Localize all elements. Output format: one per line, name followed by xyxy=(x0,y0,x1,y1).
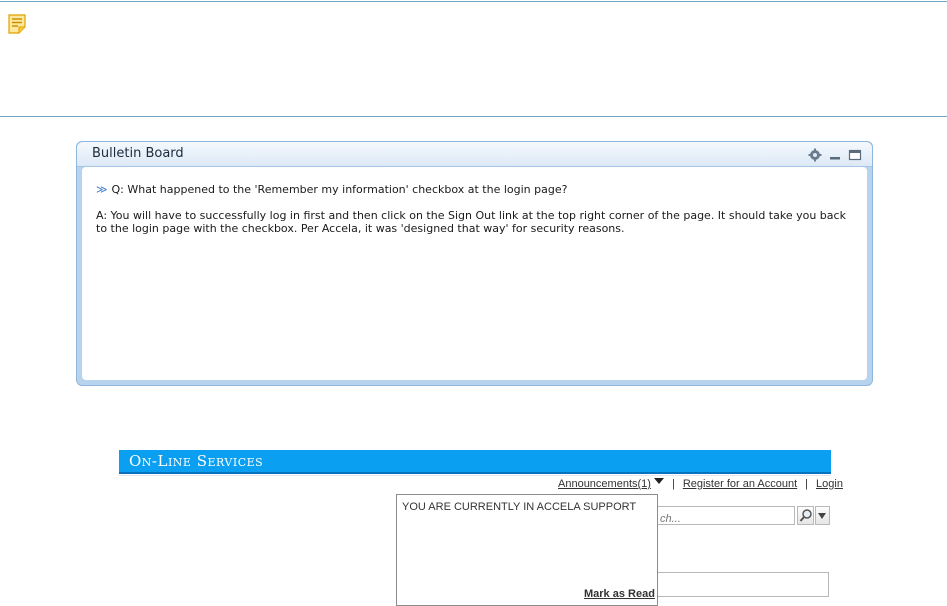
secondary-input[interactable] xyxy=(657,572,829,597)
search-field[interactable] xyxy=(657,506,795,528)
announcement-text: YOU ARE CURRENTLY IN ACCELA SUPPORT xyxy=(402,501,637,513)
question-line: ≫ Q: What happened to the 'Remember my i… xyxy=(96,183,853,196)
search-button[interactable] xyxy=(797,506,814,525)
answer-text: A: You will have to successfully log in … xyxy=(96,209,846,235)
top-divider xyxy=(0,1,947,2)
announcements-link[interactable]: Announcements(1) xyxy=(558,478,651,490)
online-services-divider xyxy=(119,475,831,476)
search-options-dropdown[interactable] xyxy=(815,506,830,525)
minimize-icon[interactable] xyxy=(828,147,842,161)
note-icon[interactable] xyxy=(8,14,26,34)
settings-icon[interactable] xyxy=(808,147,822,162)
search-input[interactable] xyxy=(658,510,794,528)
maximize-icon[interactable] xyxy=(848,147,862,161)
chevron-down-icon xyxy=(818,513,826,519)
bulletin-board-controls xyxy=(808,147,862,162)
bulletin-board-header: Bulletin Board xyxy=(77,142,872,167)
double-chevron-icon: ≫ xyxy=(96,183,107,196)
bottom-divider xyxy=(0,116,947,117)
search-icon xyxy=(799,509,812,522)
bulletin-board-title: Bulletin Board xyxy=(92,146,184,161)
register-link[interactable]: Register for an Account xyxy=(683,478,797,490)
bulletin-board-panel: Bulletin Board ≫ Q: What happened to the… xyxy=(76,141,873,386)
mark-as-read-link[interactable]: Mark as Read xyxy=(584,588,655,600)
online-services-title: On-Line Services xyxy=(129,452,264,470)
login-link[interactable]: Login xyxy=(816,478,843,490)
header-links: Announcements(1) | Register for an Accou… xyxy=(558,478,843,490)
bulletin-board-content: ≫ Q: What happened to the 'Remember my i… xyxy=(82,167,867,380)
announcements-dropdown-icon[interactable] xyxy=(653,478,664,484)
link-separator: | xyxy=(805,478,809,490)
announcements-popup: YOU ARE CURRENTLY IN ACCELA SUPPORT Mark… xyxy=(396,494,658,606)
link-separator: | xyxy=(671,478,675,490)
online-services-banner: On-Line Services xyxy=(119,450,831,474)
question-text: Q: What happened to the 'Remember my inf… xyxy=(111,183,568,196)
